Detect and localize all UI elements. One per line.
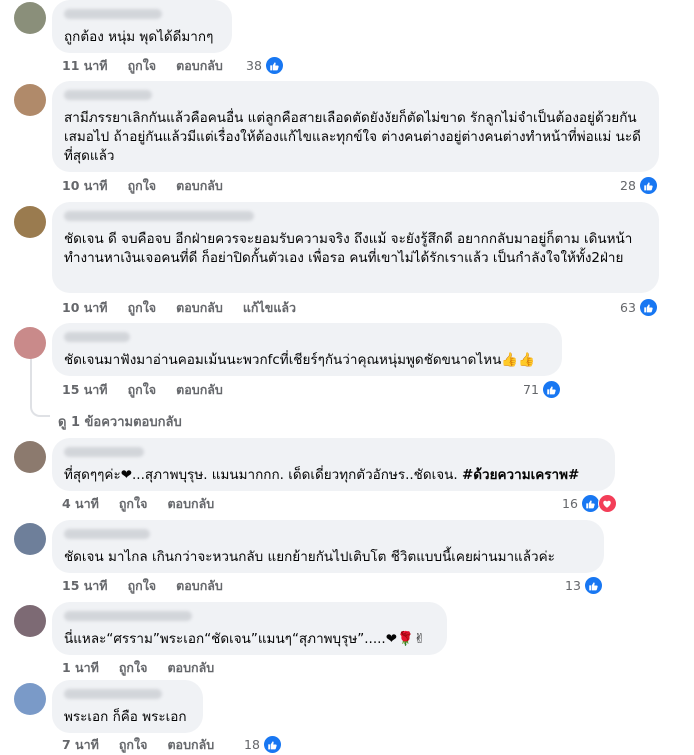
like-button[interactable]: ถูกใจ — [128, 56, 157, 76]
comment-text-body: ที่สุดๆๆค่ะ❤...สุภาพบุรุษ. แมนมากกก. เด็… — [64, 467, 462, 483]
author-name-blurred[interactable] — [64, 332, 130, 342]
comment-actions: 11 นาที ถูกใจ ตอบกลับ — [62, 57, 223, 75]
like-button[interactable]: ถูกใจ — [119, 735, 148, 755]
like-button[interactable]: ถูกใจ — [128, 380, 157, 400]
author-name-blurred[interactable] — [64, 447, 144, 457]
reaction-count: 38 — [246, 58, 262, 73]
comment-actions: 1 นาที ถูกใจ ตอบกลับ — [62, 659, 214, 677]
reply-button[interactable]: ตอบกลับ — [167, 658, 214, 678]
author-name-blurred[interactable] — [64, 211, 254, 221]
like-button[interactable]: ถูกใจ — [128, 176, 157, 196]
comment-actions: 10 นาที ถูกใจ ตอบกลับ — [62, 177, 223, 195]
thumbs-up-icon — [264, 56, 284, 75]
reaction-summary[interactable]: 63 — [620, 298, 658, 317]
reaction-count: 28 — [620, 178, 636, 193]
heart-icon — [597, 494, 617, 513]
thumbs-up-icon — [638, 298, 658, 317]
reaction-summary[interactable]: 28 — [620, 176, 658, 195]
reaction-summary[interactable]: 13 — [565, 576, 603, 595]
comment-text: ถูกต้อง หนุ่ม พุดได้ดีมากๆ — [64, 29, 214, 45]
reaction-summary[interactable]: 71 — [523, 380, 561, 399]
comment-text: ที่สุดๆๆค่ะ❤...สุภาพบุรุษ. แมนมากกก. เด็… — [64, 466, 603, 485]
avatar[interactable] — [14, 441, 46, 473]
author-name-blurred[interactable] — [64, 611, 192, 621]
author-name-blurred[interactable] — [64, 9, 162, 19]
author-name-blurred[interactable] — [64, 689, 162, 699]
reaction-count: 71 — [523, 382, 539, 397]
timestamp[interactable]: 7 นาที — [62, 735, 99, 755]
reaction-summary[interactable]: 16 — [562, 494, 617, 513]
author-name-blurred[interactable] — [64, 90, 152, 100]
avatar[interactable] — [14, 683, 46, 715]
reply-button[interactable]: ตอบกลับ — [176, 176, 223, 196]
avatar[interactable] — [14, 327, 46, 359]
timestamp[interactable]: 1 นาที — [62, 658, 99, 678]
timestamp[interactable]: 15 นาที — [62, 380, 108, 400]
like-button[interactable]: ถูกใจ — [119, 494, 148, 514]
reply-button[interactable]: ตอบกลับ — [176, 298, 223, 318]
reply-button[interactable]: ตอบกลับ — [167, 735, 214, 755]
comment-actions: 7 นาที ถูกใจ ตอบกลับ — [62, 736, 214, 754]
thread-connector — [30, 395, 50, 417]
timestamp[interactable]: 10 นาที — [62, 298, 108, 318]
like-button[interactable]: ถูกใจ — [128, 576, 157, 596]
avatar[interactable] — [14, 523, 46, 555]
reaction-count: 63 — [620, 300, 636, 315]
timestamp[interactable]: 10 นาที — [62, 176, 108, 196]
like-button[interactable]: ถูกใจ — [128, 298, 157, 318]
comment-bubble: ที่สุดๆๆค่ะ❤...สุภาพบุรุษ. แมนมากกก. เด็… — [52, 438, 615, 491]
comment-actions: 10 นาที ถูกใจ ตอบกลับ แก้ไขแล้ว — [62, 299, 296, 317]
thumbs-up-icon — [583, 576, 603, 595]
comment-bubble: ชัดเจนมาฟังมาอ่านคอมเม้นนะพวกfcที่เชียร์… — [52, 323, 562, 376]
reply-button[interactable]: ตอบกลับ — [167, 494, 214, 514]
author-name-blurred[interactable] — [64, 529, 150, 539]
comment-text: พระเอก ก็คือ พระเอก — [64, 709, 187, 725]
hashtag-link[interactable]: #ด้วยความเคราพ# — [462, 467, 579, 483]
thumbs-up-icon — [638, 176, 658, 195]
avatar[interactable] — [14, 84, 46, 116]
thread-line — [30, 357, 32, 397]
comment-bubble: นี่แหละ“ศรราม”พระเอก“ชัดเจน”แมนๆ“สุภาพบุ… — [52, 602, 447, 655]
comment-bubble: ถูกต้อง หนุ่ม พุดได้ดีมากๆ — [52, 0, 232, 53]
comment-text: สามีภรรยาเลิกกันแล้วคือคนอื่น แต่ลูกคือส… — [64, 110, 641, 164]
comment-bubble: ชัดเจน มาไกล เกินกว่าจะหวนกลับ แยกย้ายกั… — [52, 520, 604, 573]
comment-actions: 15 นาที ถูกใจ ตอบกลับ — [62, 577, 223, 595]
comment-text: นี่แหละ“ศรราม”พระเอก“ชัดเจน”แมนๆ“สุภาพบุ… — [64, 631, 426, 647]
reaction-count: 16 — [562, 496, 578, 511]
comment-bubble: พระเอก ก็คือ พระเอก — [52, 680, 203, 733]
reply-button[interactable]: ตอบกลับ — [176, 576, 223, 596]
comment-bubble: สามีภรรยาเลิกกันแล้วคือคนอื่น แต่ลูกคือส… — [52, 81, 659, 172]
view-replies-link[interactable]: ดู 1 ข้อความตอบกลับ — [58, 411, 182, 432]
comment-actions: 15 นาที ถูกใจ ตอบกลับ — [62, 381, 223, 399]
avatar[interactable] — [14, 605, 46, 637]
comment-text: ชัดเจน มาไกล เกินกว่าจะหวนกลับ แยกย้ายกั… — [64, 549, 555, 565]
reaction-summary[interactable]: 18 — [244, 735, 282, 754]
reply-button[interactable]: ตอบกลับ — [176, 380, 223, 400]
reply-button[interactable]: ตอบกลับ — [176, 56, 223, 76]
avatar[interactable] — [14, 206, 46, 238]
comment-actions: 4 นาที ถูกใจ ตอบกลับ — [62, 495, 214, 513]
comment-bubble: ชัดเจน ดี จบคือจบ อีกฝ่ายควรจะยอมรับความ… — [52, 202, 659, 293]
reaction-summary[interactable]: 38 — [246, 56, 284, 75]
reaction-count: 13 — [565, 578, 581, 593]
comment-text: ชัดเจน ดี จบคือจบ อีกฝ่ายควรจะยอมรับความ… — [64, 231, 633, 266]
like-button[interactable]: ถูกใจ — [119, 658, 148, 678]
thumbs-up-icon — [541, 380, 561, 399]
timestamp[interactable]: 15 นาที — [62, 576, 108, 596]
timestamp[interactable]: 4 นาที — [62, 494, 99, 514]
comment-text: ชัดเจนมาฟังมาอ่านคอมเม้นนะพวกfcที่เชียร์… — [64, 352, 535, 368]
timestamp[interactable]: 11 นาที — [62, 56, 108, 76]
edited-label[interactable]: แก้ไขแล้ว — [243, 298, 296, 318]
avatar[interactable] — [14, 2, 46, 34]
thumbs-up-icon — [262, 735, 282, 754]
